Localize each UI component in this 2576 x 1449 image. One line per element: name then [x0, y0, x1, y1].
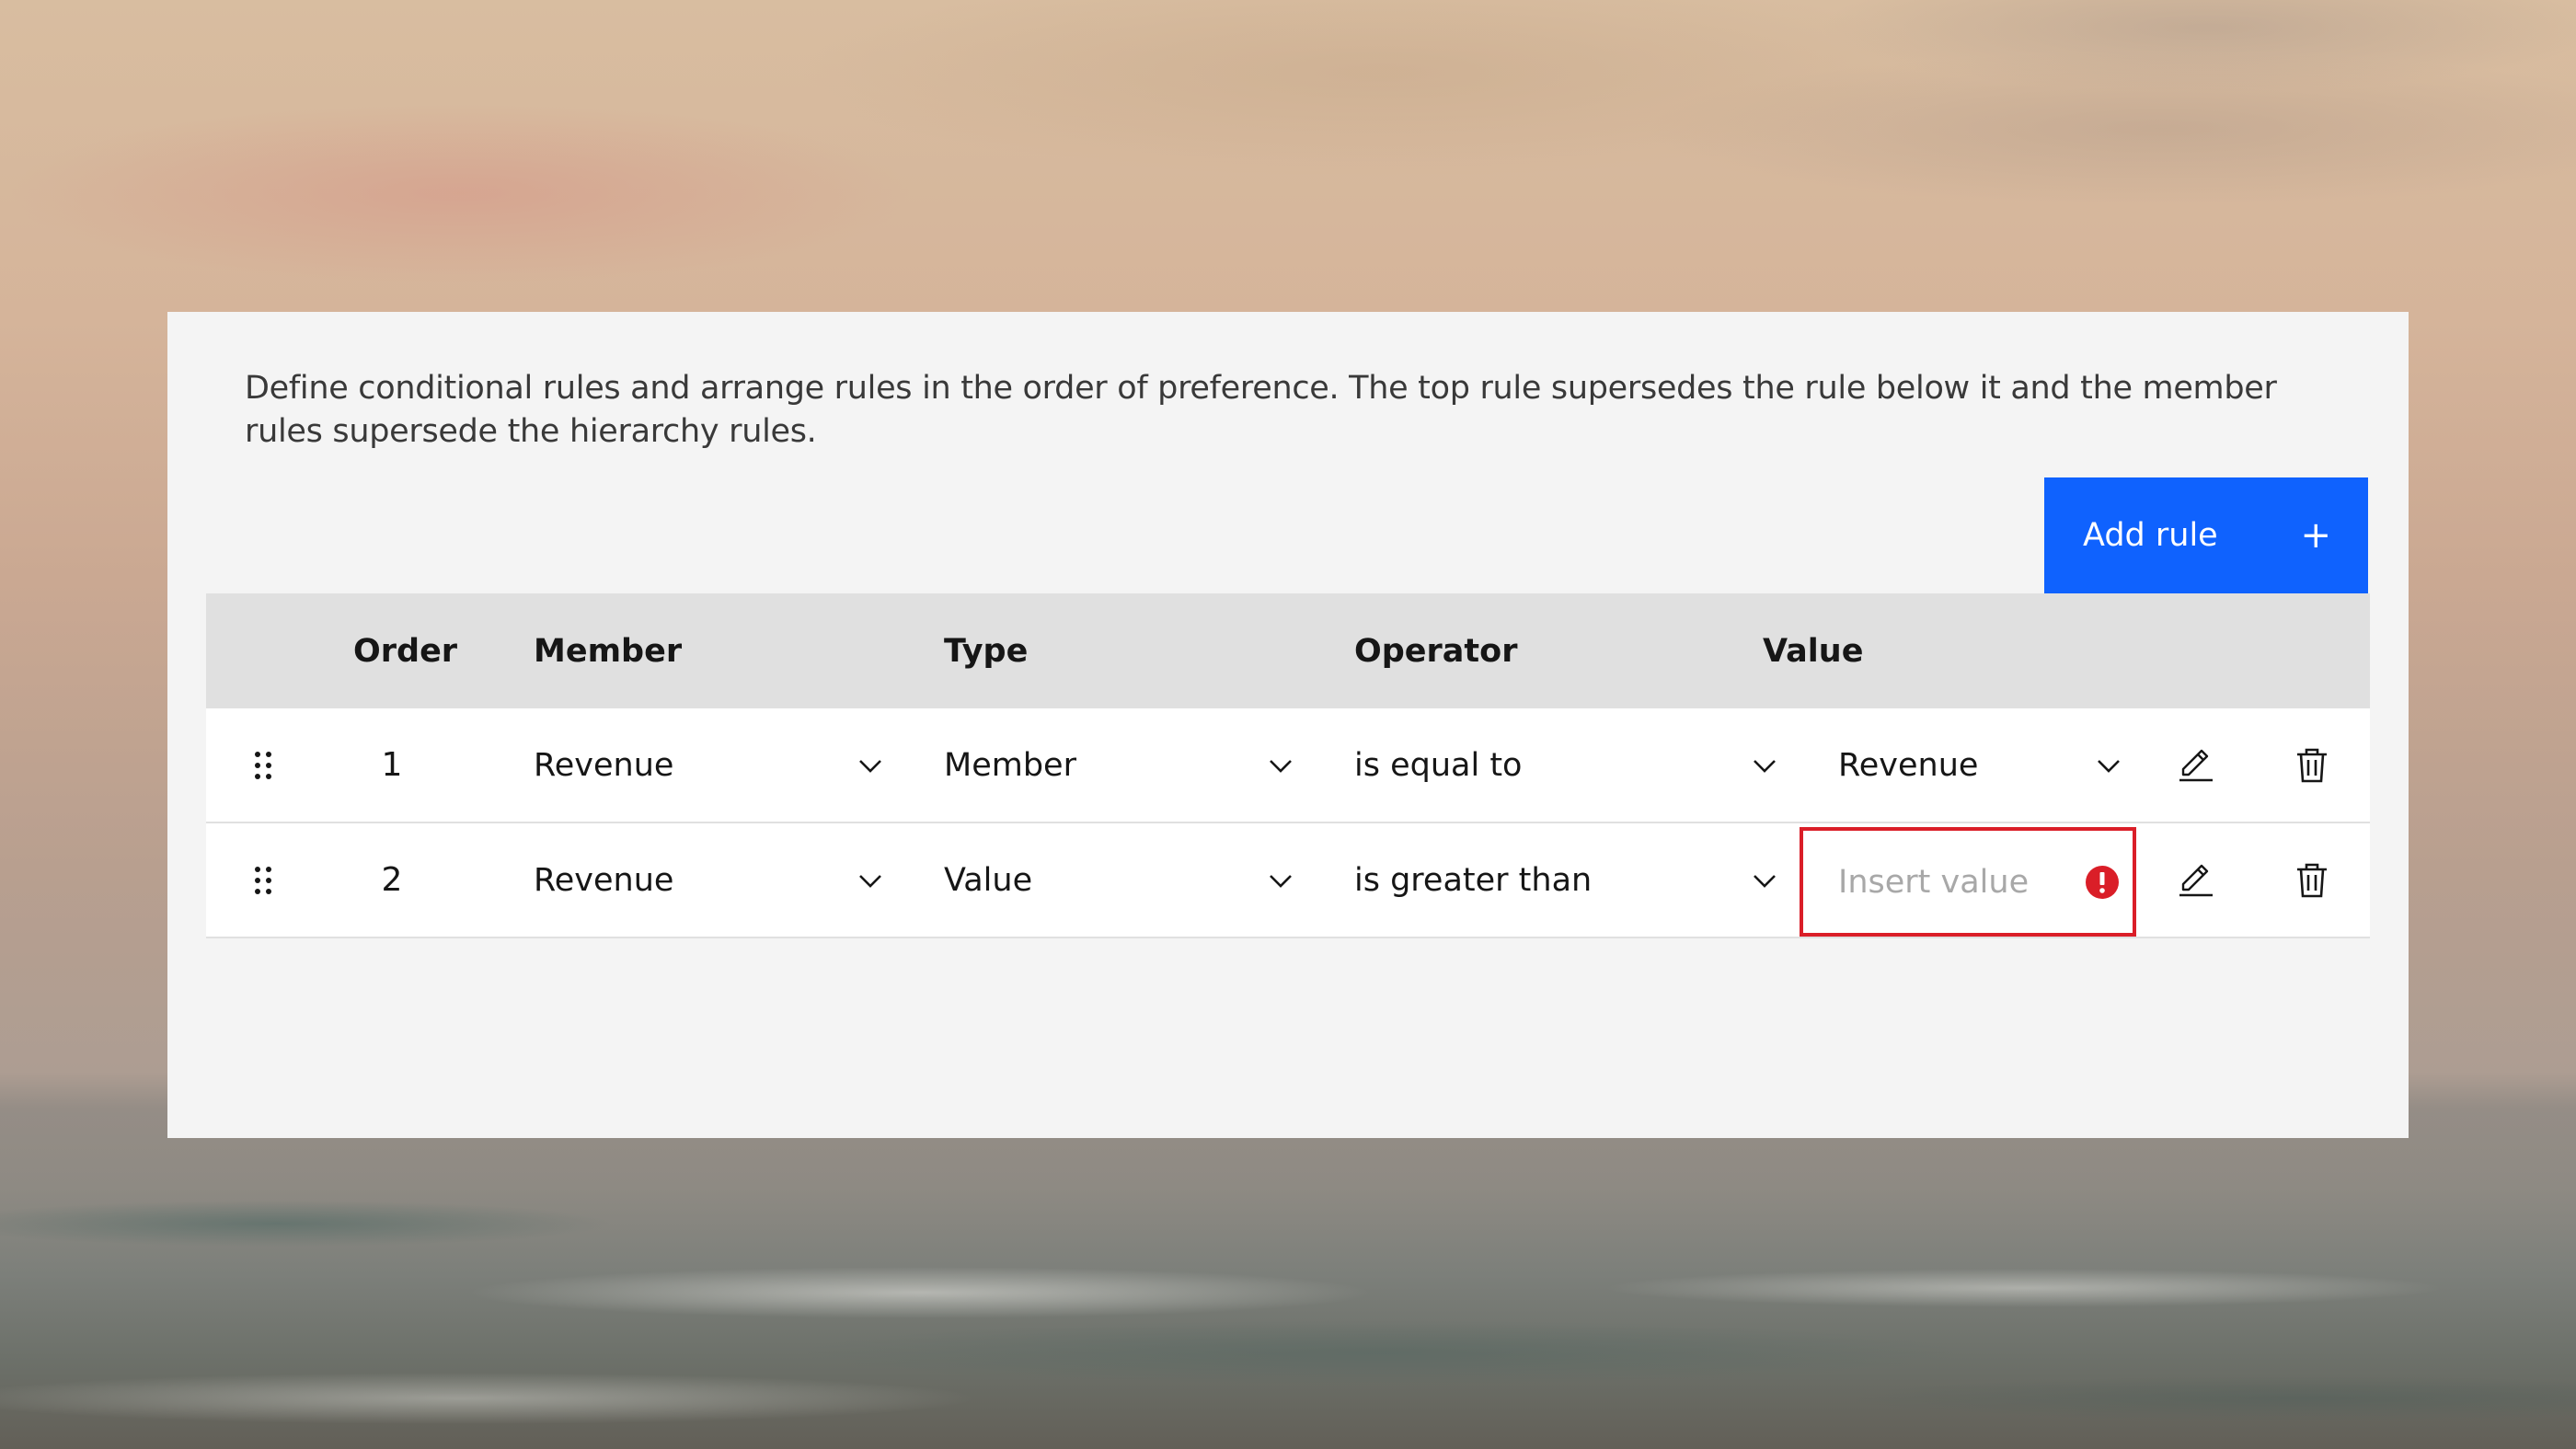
- chevron-down-icon: [1270, 874, 1292, 888]
- chevron-down-icon: [1270, 759, 1292, 773]
- drag-handle-icon[interactable]: [252, 823, 274, 937]
- plus-icon: +: [2300, 514, 2331, 557]
- member-select-value: Revenue: [534, 861, 674, 899]
- trash-icon: [2297, 863, 2327, 897]
- panel-description: Define conditional rules and arrange rul…: [245, 370, 2277, 450]
- conditional-rules-panel: Define conditional rules and arrange rul…: [167, 312, 2409, 1138]
- table-row: 2 Revenue Value is greater than Insert v…: [206, 823, 2370, 938]
- type-select-value: Value: [944, 861, 1033, 899]
- drag-handle-icon[interactable]: [252, 708, 274, 822]
- column-header-value: Value: [1763, 632, 1864, 670]
- type-select-value: Member: [944, 746, 1076, 784]
- value-input-placeholder: Insert value: [1838, 863, 2030, 901]
- edit-pencil-icon: [2179, 864, 2213, 896]
- table-row: 1 Revenue Member is equal to Revenue: [206, 708, 2370, 823]
- column-header-operator: Operator: [1354, 632, 1518, 670]
- value-input-error[interactable]: Insert value: [1800, 827, 2136, 937]
- add-rule-button[interactable]: Add rule +: [2044, 477, 2368, 593]
- column-header-member: Member: [534, 632, 683, 670]
- member-select[interactable]: Revenue: [534, 708, 883, 822]
- table-header: Order Member Type Operator Value: [206, 593, 2370, 708]
- operator-select[interactable]: is equal to: [1354, 708, 1777, 822]
- chevron-down-icon: [2098, 759, 2120, 773]
- ocean-waves-background: [0, 1122, 2576, 1449]
- value-select[interactable]: Revenue: [1838, 708, 2122, 822]
- rule-order: 1: [381, 746, 403, 784]
- operator-select-value: is greater than: [1354, 861, 1593, 899]
- chevron-down-icon: [1754, 759, 1776, 773]
- operator-select-value: is equal to: [1354, 746, 1523, 784]
- edit-pencil-icon: [2179, 749, 2213, 781]
- edit-rule-button[interactable]: [2164, 708, 2228, 822]
- type-select[interactable]: Value: [944, 823, 1294, 937]
- chevron-down-icon: [859, 874, 881, 888]
- operator-select[interactable]: is greater than: [1354, 823, 1777, 937]
- type-select[interactable]: Member: [944, 708, 1294, 822]
- member-select[interactable]: Revenue: [534, 823, 883, 937]
- edit-rule-button[interactable]: [2164, 823, 2228, 937]
- rules-table: Order Member Type Operator Value 1 Reven…: [206, 593, 2370, 938]
- delete-rule-button[interactable]: [2280, 708, 2344, 822]
- column-header-order: Order: [353, 632, 458, 670]
- trash-icon: [2297, 748, 2327, 782]
- rule-order: 2: [381, 861, 403, 899]
- member-select-value: Revenue: [534, 746, 674, 784]
- delete-rule-button[interactable]: [2280, 823, 2344, 937]
- error-icon: [2086, 865, 2119, 899]
- value-select-value: Revenue: [1838, 746, 1979, 784]
- add-rule-label: Add rule: [2083, 517, 2218, 554]
- column-header-type: Type: [944, 632, 1029, 670]
- chevron-down-icon: [1754, 874, 1776, 888]
- chevron-down-icon: [859, 759, 881, 773]
